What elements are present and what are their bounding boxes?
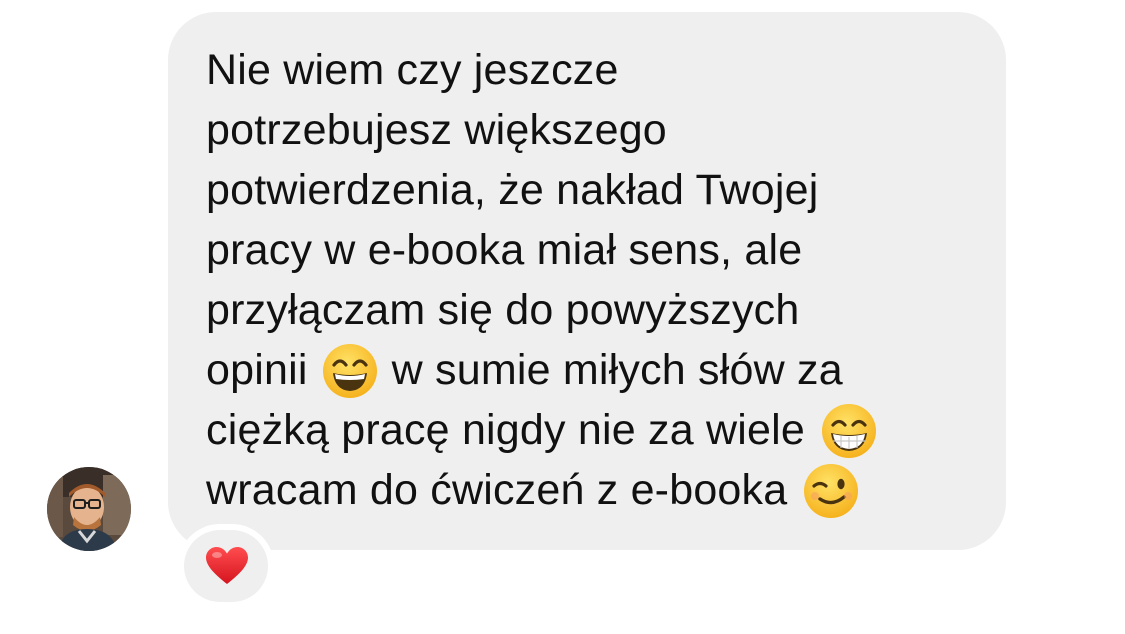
message-line-4: pracy w e-booka miał sens, ale [206, 226, 803, 274]
red-heart-icon [206, 547, 248, 584]
message-line-1: Nie wiem czy jeszcze [206, 46, 619, 94]
message-line-8: wracam do ćwiczeń z e-booka [206, 460, 859, 520]
message-line-6-start: opinii [206, 346, 308, 394]
message-line-8-text: wracam do ćwiczeń z e-booka [206, 466, 788, 514]
message-line-6: opinii w sumie miłych słów za [206, 340, 843, 400]
message-line-7-text: ciężką pracę nigdy nie za wiele [206, 406, 805, 454]
message-line-2: potrzebujesz większego [206, 106, 667, 154]
beaming-face-icon [821, 403, 877, 459]
message-line-3: potwierdzenia, że nakład Twojej [206, 166, 819, 214]
message-line-6-end: w sumie miłych słów za [391, 346, 843, 394]
message-line-7: ciężką pracę nigdy nie za wiele [206, 400, 877, 460]
reaction-badge[interactable] [178, 524, 274, 608]
profile-photo-icon [47, 467, 131, 551]
message-line-5: przyłączam się do powyższych [206, 286, 800, 334]
reaction-bubble [184, 530, 268, 602]
winking-face-icon [803, 463, 859, 519]
grinning-face-icon [322, 343, 378, 399]
avatar[interactable] [47, 467, 131, 551]
